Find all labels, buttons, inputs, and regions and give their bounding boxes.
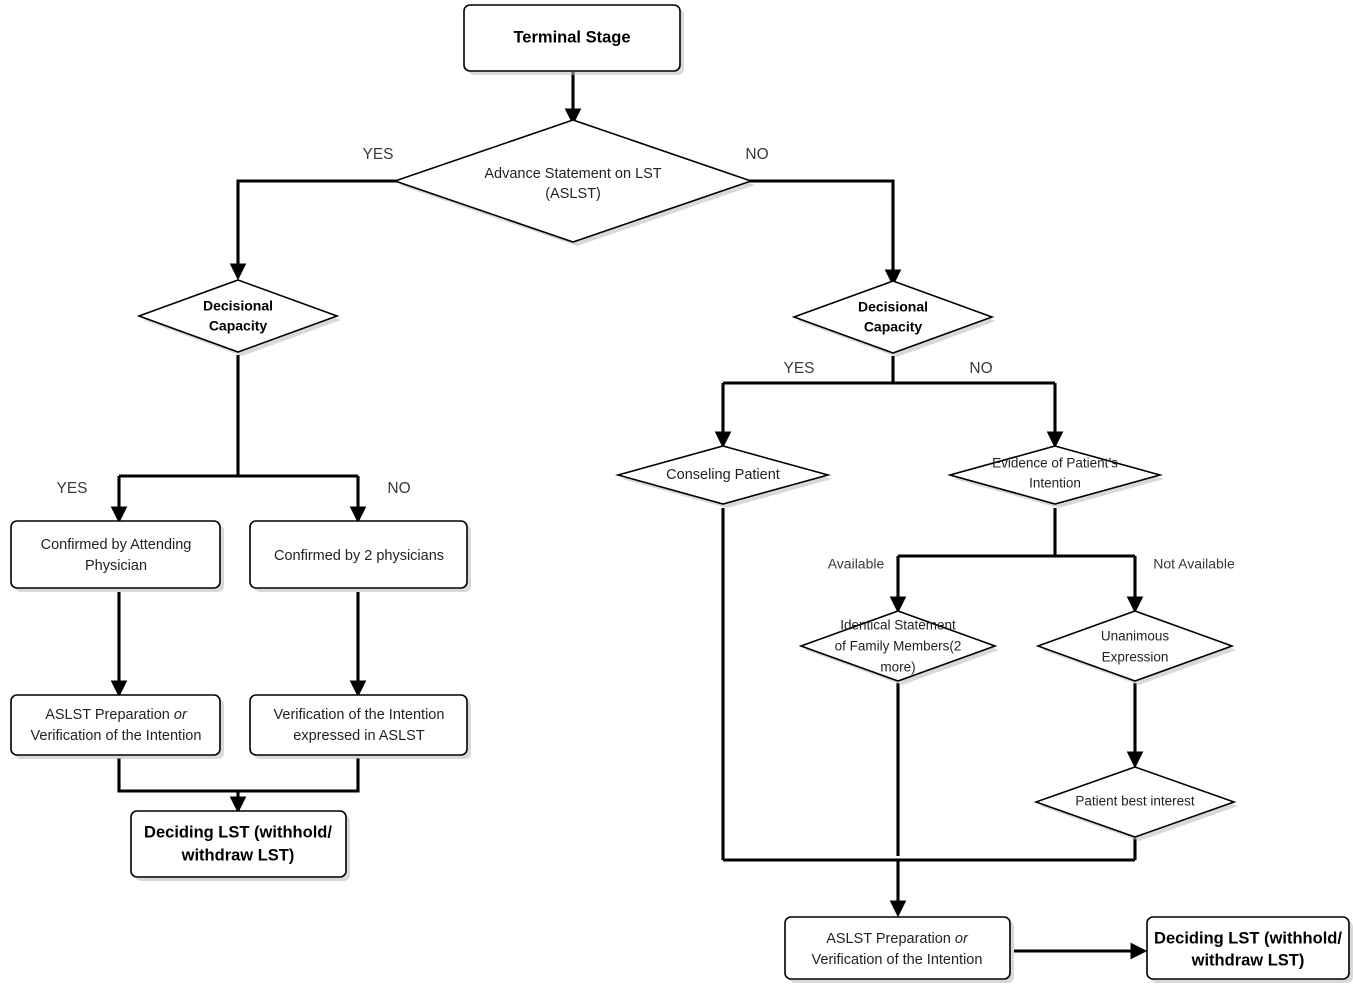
aslst-prep-left-em: or xyxy=(174,707,188,723)
edge-aslst-no xyxy=(747,179,902,287)
dc-right-label-line2: Capacity xyxy=(864,319,923,335)
node-identical-statement-of-family-members[interactable]: Identical Statement of Family Members(2 … xyxy=(798,610,999,685)
dc-right-label-line1: Decisional xyxy=(858,299,928,315)
evidence-label-line2: Intention xyxy=(1029,476,1081,491)
node-confirmed-by-attending-physician[interactable]: Confirmed by Attending Physician xyxy=(10,520,224,592)
identical-statement-line3: more) xyxy=(880,660,915,675)
aslst-prep-left-line2: Verification of the Intention xyxy=(31,728,202,744)
node-conseling-patient[interactable]: Conseling Patient xyxy=(614,445,832,508)
edge-aslst-yes xyxy=(229,179,400,281)
edge-label-dc-right-yes: YES xyxy=(783,360,814,377)
node-decisional-capacity-left[interactable]: Decisional Capacity xyxy=(136,279,341,356)
edge-left-merge xyxy=(117,758,360,793)
deciding-lst-left-line2: withdraw LST) xyxy=(181,846,295,864)
dc-left-label-line1: Decisional xyxy=(203,298,273,314)
edge-label-evidence-not-available: Not Available xyxy=(1153,556,1235,572)
deciding-lst-left-line1: Deciding LST (withhold/ xyxy=(144,823,332,841)
node-patient-best-interest[interactable]: Patient best interest xyxy=(1033,766,1238,841)
flowchart-canvas: Terminal Stage Advance Statement on LST … xyxy=(0,0,1353,994)
node-confirmed-by-2-physicians[interactable]: Confirmed by 2 physicians xyxy=(249,520,471,592)
two-physicians-label: Confirmed by 2 physicians xyxy=(274,548,444,564)
edge-label-dc-left-yes: YES xyxy=(56,480,87,497)
node-advance-statement-on-lst[interactable]: Advance Statement on LST (ASLST) xyxy=(392,119,755,246)
aslst-prep-left-pre: ASLST Preparation xyxy=(45,707,174,723)
node-aslst-preparation-bottom[interactable]: ASLST Preparation or Verification of the… xyxy=(784,916,1014,983)
attending-label-line2: Physician xyxy=(85,558,147,574)
identical-statement-line2: of Family Members(2 xyxy=(835,639,962,654)
node-unanimous-expression[interactable]: Unanimous Expression xyxy=(1035,610,1236,685)
aslst-label-line1: Advance Statement on LST xyxy=(484,166,661,182)
node-evidence-of-patients-intention[interactable]: Evidence of Patient’s Intention xyxy=(946,445,1164,508)
aslst-prep-left-line1: ASLST Preparation or xyxy=(45,707,188,723)
deciding-lst-right-line1: Deciding LST (withhold/ xyxy=(1154,929,1342,947)
aslst-prep-bottom-em: or xyxy=(955,931,969,947)
unanimous-expression-line2: Expression xyxy=(1102,650,1169,665)
evidence-label-line1: Evidence of Patient’s xyxy=(992,456,1118,471)
edge-label-evidence-available: Available xyxy=(828,556,885,572)
unanimous-expression-line1: Unanimous xyxy=(1101,629,1170,644)
dc-left-label-line2: Capacity xyxy=(209,318,268,334)
node-verification-expressed-in-aslst[interactable]: Verification of the Intention expressed … xyxy=(249,694,471,759)
aslst-prep-bottom-pre: ASLST Preparation xyxy=(826,931,955,947)
edge-label-dc-left-no: NO xyxy=(387,480,410,497)
edge-label-dc-right-no: NO xyxy=(969,360,992,377)
node-deciding-lst-left[interactable]: Deciding LST (withhold/ withdraw LST) xyxy=(130,810,350,881)
conseling-patient-label: Conseling Patient xyxy=(666,467,780,483)
verification-aslst-line2: expressed in ASLST xyxy=(293,728,425,744)
node-deciding-lst-right[interactable]: Deciding LST (withhold/ withdraw LST) xyxy=(1146,916,1353,983)
patient-best-interest-label: Patient best interest xyxy=(1075,794,1195,809)
aslst-prep-bottom-line1: ASLST Preparation or xyxy=(826,931,969,947)
node-decisional-capacity-right[interactable]: Decisional Capacity xyxy=(791,280,996,357)
node-terminal-stage[interactable]: Terminal Stage xyxy=(463,4,684,75)
verification-aslst-line1: Verification of the Intention xyxy=(274,707,445,723)
aslst-prep-bottom-line2: Verification of the Intention xyxy=(812,952,983,968)
aslst-label-line2: (ASLST) xyxy=(545,186,601,202)
edge-label-aslst-yes: YES xyxy=(362,146,393,163)
terminal-stage-label: Terminal Stage xyxy=(513,28,630,46)
node-aslst-preparation-left[interactable]: ASLST Preparation or Verification of the… xyxy=(10,694,224,759)
flowchart-svg: Terminal Stage Advance Statement on LST … xyxy=(10,4,1353,983)
identical-statement-line1: Identical Statement xyxy=(840,618,956,633)
attending-label-line1: Confirmed by Attending xyxy=(41,537,192,553)
deciding-lst-right-line2: withdraw LST) xyxy=(1191,951,1305,969)
edge-label-aslst-no: NO xyxy=(745,146,768,163)
